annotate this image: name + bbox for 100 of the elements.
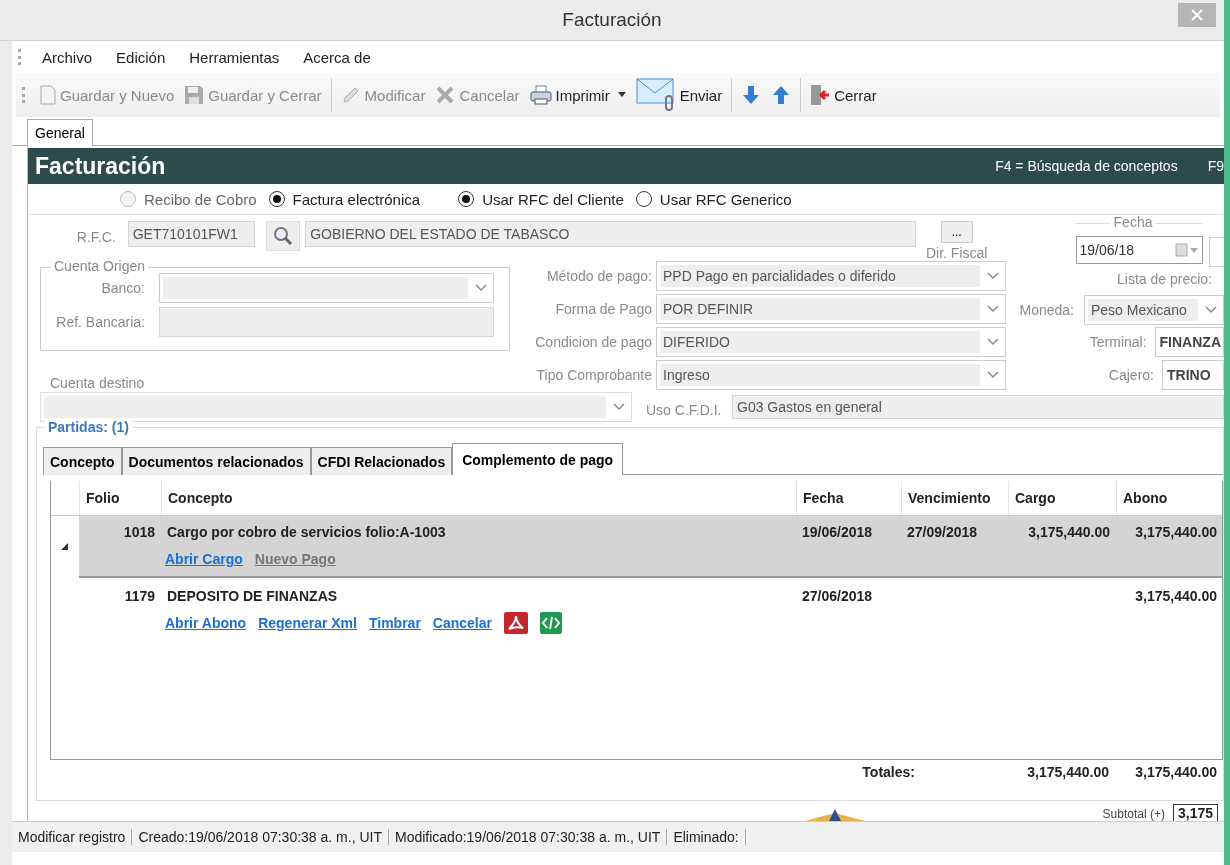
field-label: Lista de precio: (1117, 271, 1212, 289)
x-icon (435, 85, 456, 105)
table-cell-text: 1179 (123, 588, 156, 604)
exit-button[interactable]: Cerrar (806, 76, 881, 114)
shortcut-hint: F9 (1207, 158, 1224, 174)
field-label: Tipo Comprobante (535, 366, 653, 383)
status-text: Modificado:19/06/2018 07:30:38 a. m., UIT (389, 829, 668, 845)
send-button[interactable]: Enviar (631, 76, 727, 114)
tab[interactable]: Complemento de pago (452, 443, 624, 475)
exit-door-icon (810, 84, 831, 106)
field-label: Uso C.F.D.I. (646, 401, 723, 418)
field-label: Cuenta destino (49, 375, 146, 391)
table-cell-text: 19/06/2018 (801, 524, 874, 540)
field-label: R.F.C. (75, 228, 117, 245)
chevron-down-icon (987, 337, 999, 346)
status-text: Creado:19/06/2018 07:30:38 a. m., UIT (132, 829, 389, 845)
chevron-down-icon (987, 304, 999, 313)
field-label: Banco: (100, 280, 146, 296)
up-arrow-icon (772, 85, 791, 105)
field-label: Condicion de pago (534, 333, 653, 350)
grid-row[interactable]: 1179 DEPOSITO DE FINANZAS 27/06/2018 3,175,440.00 Abrir Abono Regenerar Xml Timbrar Cancelar (51, 580, 1222, 642)
search-button[interactable] (266, 221, 301, 251)
chevron-down-icon (1205, 306, 1217, 315)
emblem-icon (804, 809, 865, 821)
chevron-down-icon (987, 271, 999, 280)
menu-item[interactable]: Archivo (30, 48, 105, 66)
radio-button[interactable]: Factura electrónica (268, 190, 421, 208)
field-label: Moneda: (1019, 302, 1074, 319)
status-text: Eliminado: (667, 829, 746, 845)
total-value: 3,175,440.00 (1026, 764, 1110, 780)
tab[interactable]: Concepto (43, 447, 122, 475)
link[interactable]: Cancelar (432, 615, 492, 631)
section-title: Facturación (35, 152, 167, 180)
rfc-field[interactable]: GET710101FW1 (127, 221, 256, 247)
caret-icon (617, 92, 626, 98)
dropdown[interactable]: PPD Pago en parcialidades o diferido (656, 260, 1006, 291)
down-arrow-icon (742, 85, 761, 105)
column-header[interactable]: Concepto (161, 481, 796, 515)
table-cell: 3,175,440.00 (1028, 524, 1110, 540)
table-cell-text: Cargo por cobro de servicios folio:A-1003 (166, 524, 447, 540)
cashier-field[interactable]: TRINO (1162, 359, 1224, 390)
dropdown[interactable]: POR DEFINIR (656, 293, 1006, 324)
search-icon (273, 226, 294, 246)
table-cell: 3,175,440.00 (1135, 524, 1217, 540)
table-cell-text: DEPOSITO DE FINANZAS (166, 588, 339, 604)
client-name-field[interactable]: GOBIERNO DEL ESTADO DE TABASCO (305, 221, 916, 247)
totals-label: Totales: (862, 764, 915, 780)
link[interactable]: Regenerar Xml (258, 615, 357, 631)
input-field[interactable] (159, 307, 494, 337)
column-header[interactable]: Fecha (796, 481, 901, 515)
field-label: Ref. Bancaria: (55, 314, 146, 330)
menu-item[interactable]: Edición (104, 48, 178, 66)
menu-item[interactable]: Acerca de (291, 48, 383, 66)
column-header[interactable]: Cargo (1008, 481, 1116, 515)
chevron-down-icon (987, 370, 999, 379)
table-cell: 3,175,440.00 (1135, 588, 1217, 604)
dropdown[interactable]: DIFERIDO (656, 326, 1006, 357)
column-header[interactable]: Abono (1116, 481, 1222, 515)
column-header[interactable]: Folio (79, 481, 161, 515)
chevron-down-icon (475, 284, 487, 292)
status-text: Modificar registro (12, 829, 133, 845)
link[interactable]: Abrir Abono (165, 615, 247, 631)
pdf-icon[interactable] (504, 612, 528, 634)
field-label: Método de pago: (545, 267, 653, 284)
date-field[interactable]: 19/06/18 (1075, 236, 1204, 264)
link[interactable]: Timbrar (368, 615, 421, 631)
close-button[interactable] (1178, 3, 1216, 27)
document-icon (40, 85, 56, 105)
shortcut-hint: F4 = Búsqueda de conceptos (995, 158, 1178, 174)
field-label: Cajero: (1108, 366, 1154, 383)
cfdi-use-field[interactable]: G03 Gastos en general (732, 395, 1224, 419)
printer-icon (529, 85, 552, 105)
code-icon[interactable] (540, 612, 562, 634)
table-cell-text: 27/06/2018 (801, 588, 874, 604)
radio-button[interactable]: Usar RFC Generico (635, 190, 792, 208)
dropdown[interactable]: Ingreso (656, 359, 1006, 390)
subtotal-label: Subtotal (+) (1102, 807, 1165, 821)
pencil-icon (340, 85, 361, 105)
tab[interactable]: General (27, 119, 93, 146)
field-label: Forma de Pago (554, 300, 653, 317)
field-label: Dir. Fiscal (925, 245, 988, 261)
tab[interactable]: CFDI Relacionados (310, 447, 453, 475)
table-cell-text: 1018 (122, 524, 156, 540)
group-title: Fecha (1109, 215, 1157, 230)
print-button[interactable]: Imprimir (525, 76, 630, 114)
close-icon (1190, 8, 1204, 22)
radio-button[interactable]: Usar RFC del Cliente (458, 190, 624, 208)
currency-dropdown[interactable]: Peso Mexicano (1084, 295, 1224, 326)
calendar-dropdown-icon (1175, 243, 1200, 257)
column-header[interactable]: Vencimiento (901, 481, 1008, 515)
tab[interactable]: Documentos relacionados (121, 447, 311, 475)
input-field[interactable] (1209, 237, 1224, 267)
more-button[interactable]: ... (940, 221, 973, 243)
table-cell: 27/09/2018 (907, 524, 978, 540)
group-title: Cuenta Origen (51, 258, 149, 274)
terminal-field[interactable]: FINANZA (1154, 327, 1224, 358)
envelope-icon (635, 78, 676, 112)
group-title: Partidas: (1) (45, 419, 132, 435)
menu-item[interactable]: Herramientas (177, 48, 292, 66)
total-value: 3,175,440.00 (1134, 764, 1218, 780)
